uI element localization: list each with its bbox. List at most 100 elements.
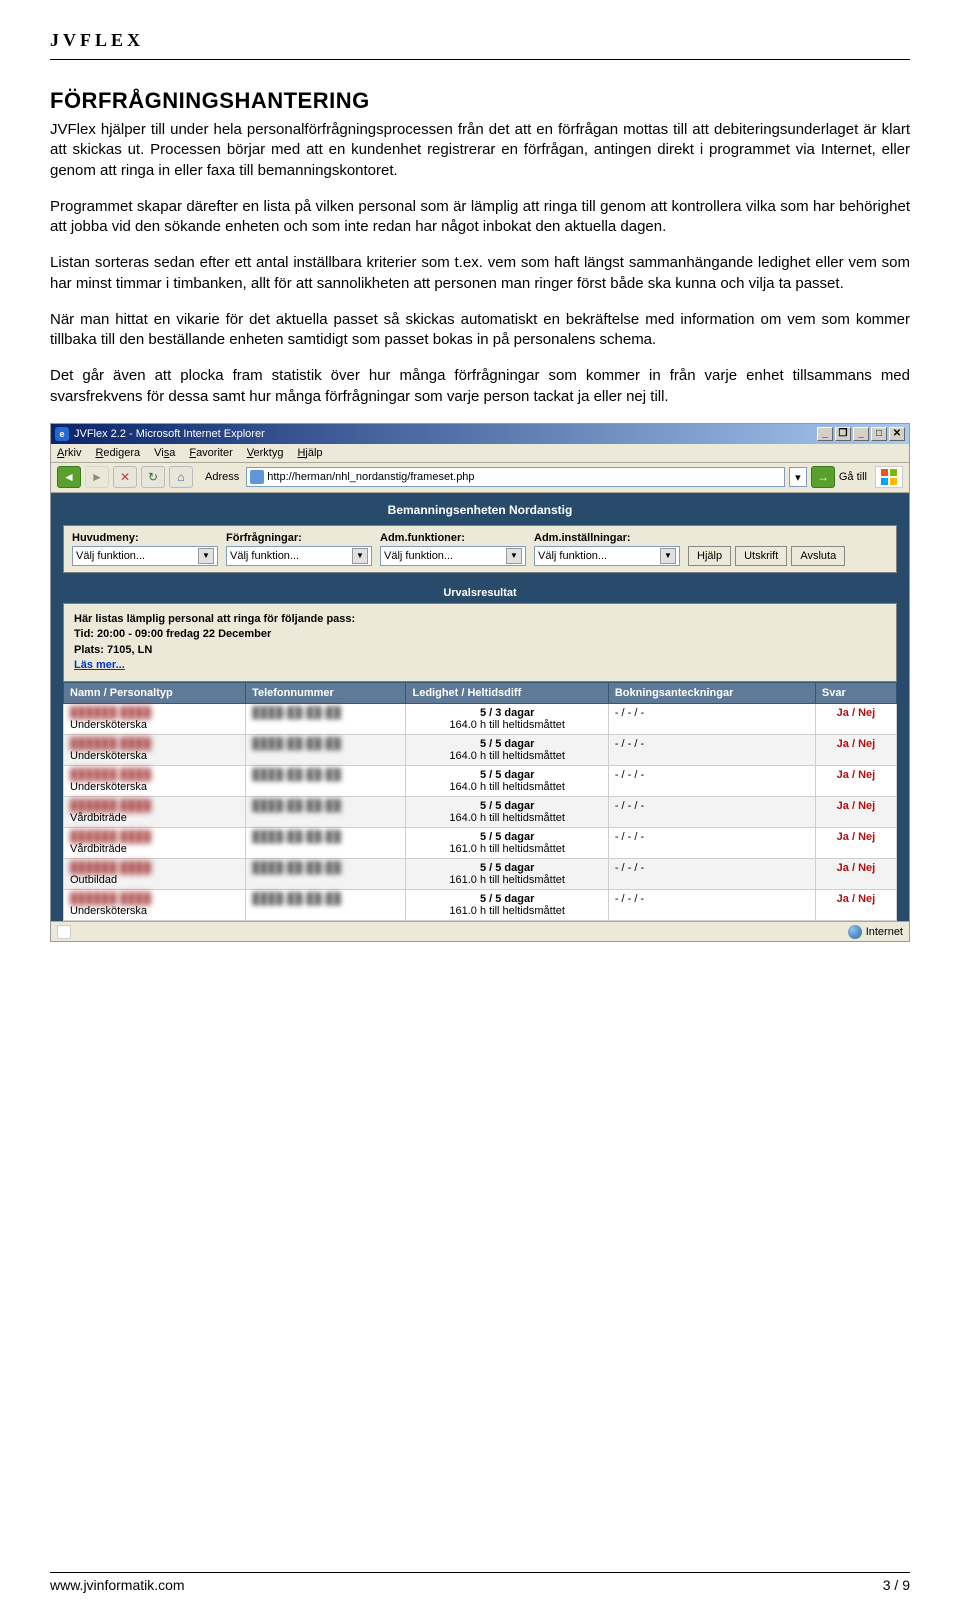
- table-row[interactable]: ██████ ████Undersköterska████-██-██-██5 …: [64, 890, 897, 921]
- dd-label: Huvudmeny:: [72, 532, 218, 544]
- cell-ledighet: 5 / 5 dagar164.0 h till heltidsmåttet: [406, 735, 608, 766]
- restore-button[interactable]: ❐: [835, 427, 851, 441]
- cell-namn: ██████ ████Outbildad: [64, 859, 246, 890]
- cell-ledighet: 5 / 3 dagar164.0 h till heltidsmåttet: [406, 704, 608, 735]
- dd-admfunktioner: Adm.funktioner: Välj funktion...▼: [380, 532, 526, 566]
- footer-page: 3 / 9: [883, 1577, 910, 1593]
- heading-1: FÖRFRÅGNINGSHANTERING: [50, 88, 370, 114]
- home-button[interactable]: ⌂: [169, 466, 193, 488]
- table-row[interactable]: ██████ ████Undersköterska████-██-██-██5 …: [64, 704, 897, 735]
- windows-logo-icon: [875, 466, 903, 488]
- ie-icon: e: [55, 427, 69, 441]
- cell-svar[interactable]: Ja / Nej: [815, 797, 896, 828]
- cell-namn: ██████ ████Vårdbiträde: [64, 797, 246, 828]
- address-label: Adress: [205, 471, 239, 483]
- ie-window: e JVFlex 2.2 - Microsoft Internet Explor…: [50, 423, 910, 943]
- table-row[interactable]: ██████ ████Undersköterska████-██-██-██5 …: [64, 766, 897, 797]
- dd-label: Adm.inställningar:: [534, 532, 680, 544]
- utskrift-button[interactable]: Utskrift: [735, 546, 787, 566]
- back-button[interactable]: ◄: [57, 466, 81, 488]
- avsluta-button[interactable]: Avsluta: [791, 546, 845, 566]
- chevron-down-icon: ▼: [660, 548, 676, 564]
- cell-namn: ██████ ████Undersköterska: [64, 704, 246, 735]
- las-mer-link[interactable]: Läs mer...: [74, 659, 125, 671]
- info-box: Här listas lämplig personal att ringa fö…: [63, 603, 897, 683]
- dd-select-admfunktioner[interactable]: Välj funktion...▼: [380, 546, 526, 566]
- menu-verktyg[interactable]: Verktyg: [247, 447, 284, 459]
- window-title: JVFlex 2.2 - Microsoft Internet Explorer: [74, 428, 265, 440]
- url-text: http://herman/nhl_nordanstig/frameset.ph…: [267, 471, 474, 483]
- hjalp-button[interactable]: Hjälp: [688, 546, 731, 566]
- dd-adminstallningar: Adm.inställningar: Välj funktion...▼: [534, 532, 680, 566]
- dd-label: Adm.funktioner:: [380, 532, 526, 544]
- forward-button[interactable]: ►: [85, 466, 109, 488]
- th-namn[interactable]: Namn / Personaltyp: [64, 683, 246, 704]
- globe-icon: [848, 925, 862, 939]
- cell-svar[interactable]: Ja / Nej: [815, 735, 896, 766]
- go-button[interactable]: →: [811, 466, 835, 488]
- paragraph: JVFlex hjälper till under hela personalf…: [50, 120, 910, 181]
- maximize-button[interactable]: □: [871, 427, 887, 441]
- paragraph: När man hittat en vikarie för det aktuel…: [50, 310, 910, 351]
- table-row[interactable]: ██████ ████Undersköterska████-██-██-██5 …: [64, 735, 897, 766]
- cell-ledighet: 5 / 5 dagar164.0 h till heltidsmåttet: [406, 797, 608, 828]
- cell-svar[interactable]: Ja / Nej: [815, 766, 896, 797]
- minimize-button[interactable]: _: [817, 427, 833, 441]
- menubar[interactable]: Arkiv Redigera Visa Favoriter Verktyg Hj…: [51, 444, 909, 463]
- cell-svar[interactable]: Ja / Nej: [815, 890, 896, 921]
- stop-button[interactable]: ✕: [113, 466, 137, 488]
- cell-namn: ██████ ████Vårdbiträde: [64, 828, 246, 859]
- cell-namn: ██████ ████Undersköterska: [64, 890, 246, 921]
- menu-hjalp[interactable]: Hjälp: [297, 447, 322, 459]
- address-input[interactable]: http://herman/nhl_nordanstig/frameset.ph…: [246, 467, 785, 487]
- cell-svar[interactable]: Ja / Nej: [815, 704, 896, 735]
- cell-namn: ██████ ████Undersköterska: [64, 735, 246, 766]
- brand-title: JVFLEX: [50, 30, 910, 51]
- address-dropdown[interactable]: ▾: [789, 467, 807, 487]
- dd-select-huvudmeny[interactable]: Välj funktion...▼: [72, 546, 218, 566]
- th-telefon[interactable]: Telefonnummer: [246, 683, 406, 704]
- chevron-down-icon: ▼: [198, 548, 214, 564]
- table-row[interactable]: ██████ ████Vårdbiträde████-██-██-██5 / 5…: [64, 828, 897, 859]
- cell-anteckningar: - / - / -: [608, 766, 815, 797]
- paragraph: Det går även att plocka fram statistik ö…: [50, 366, 910, 407]
- cell-ledighet: 5 / 5 dagar164.0 h till heltidsmåttet: [406, 766, 608, 797]
- page-icon: [57, 925, 71, 939]
- cell-telefon: ████-██-██-██: [246, 890, 406, 921]
- dd-select-forfragningar[interactable]: Välj funktion...▼: [226, 546, 372, 566]
- cell-telefon: ████-██-██-██: [246, 704, 406, 735]
- window-titlebar[interactable]: e JVFlex 2.2 - Microsoft Internet Explor…: [51, 424, 909, 444]
- minimize2-button[interactable]: _: [853, 427, 869, 441]
- menu-arkiv[interactable]: Arkiv: [57, 447, 81, 459]
- dd-label: Förfrågningar:: [226, 532, 372, 544]
- cell-anteckningar: - / - / -: [608, 890, 815, 921]
- table-row[interactable]: ██████ ████Outbildad████-██-██-██5 / 5 d…: [64, 859, 897, 890]
- close-button[interactable]: ✕: [889, 427, 905, 441]
- table-row[interactable]: ██████ ████Vårdbiträde████-██-██-██5 / 5…: [64, 797, 897, 828]
- chevron-down-icon: ▼: [352, 548, 368, 564]
- cell-svar[interactable]: Ja / Nej: [815, 828, 896, 859]
- cell-telefon: ████-██-██-██: [246, 828, 406, 859]
- paragraph: Programmet skapar därefter en lista på v…: [50, 197, 910, 238]
- menu-redigera[interactable]: Redigera: [95, 447, 140, 459]
- dd-huvudmeny: Huvudmeny: Välj funktion...▼: [72, 532, 218, 566]
- cell-telefon: ████-██-██-██: [246, 797, 406, 828]
- cell-anteckningar: - / - / -: [608, 828, 815, 859]
- menu-favoriter[interactable]: Favoriter: [189, 447, 232, 459]
- th-svar[interactable]: Svar: [815, 683, 896, 704]
- results-table: Namn / Personaltyp Telefonnummer Ledighe…: [63, 682, 897, 921]
- cell-anteckningar: - / - / -: [608, 735, 815, 766]
- button-group: Hjälp Utskrift Avsluta: [688, 546, 888, 566]
- paragraph: Listan sorteras sedan efter ett antal in…: [50, 253, 910, 294]
- refresh-button[interactable]: ↻: [141, 466, 165, 488]
- th-bokningar[interactable]: Bokningsanteckningar: [608, 683, 815, 704]
- dd-select-adminstallningar[interactable]: Välj funktion...▼: [534, 546, 680, 566]
- chevron-down-icon: ▼: [506, 548, 522, 564]
- page-icon: [250, 470, 264, 484]
- th-ledighet[interactable]: Ledighet / Heltidsdiff: [406, 683, 608, 704]
- app-title: Bemanningsenheten Nordanstig: [51, 493, 909, 525]
- cell-svar[interactable]: Ja / Nej: [815, 859, 896, 890]
- menu-visa[interactable]: Visa: [154, 447, 175, 459]
- cell-ledighet: 5 / 5 dagar161.0 h till heltidsmåttet: [406, 890, 608, 921]
- go-label: Gå till: [839, 471, 867, 483]
